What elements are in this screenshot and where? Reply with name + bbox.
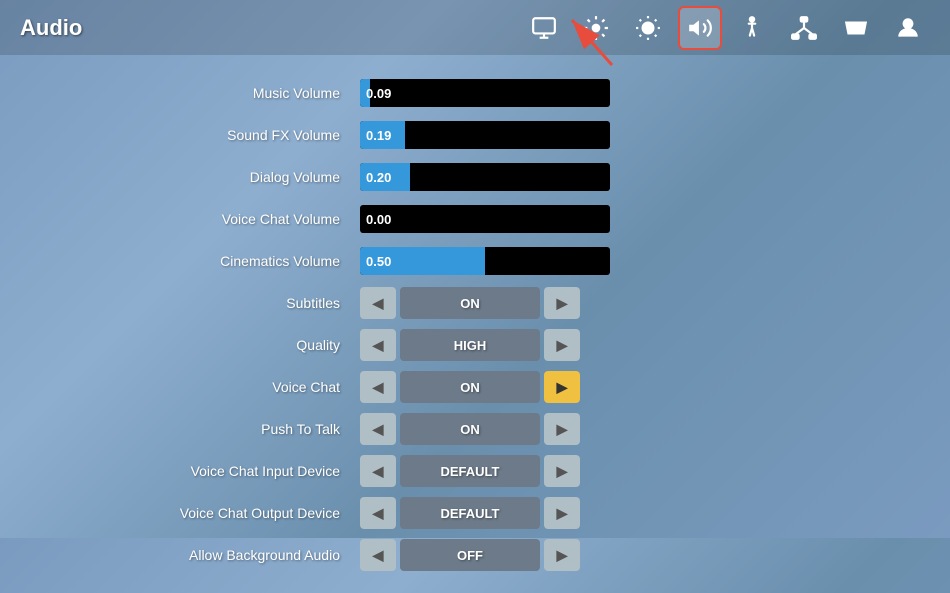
toggle-value-push-to-talk: On — [400, 413, 540, 445]
label-music-volume: Music Volume — [60, 85, 360, 101]
toggle-value-subtitles: On — [400, 287, 540, 319]
slider-value-cinematics-volume: 0.50 — [366, 254, 391, 269]
label-voice-chat-output: Voice Chat Output Device — [60, 505, 360, 521]
toggle-right-voice-chat[interactable]: ▶ — [544, 371, 580, 403]
header: Audio — [0, 0, 950, 55]
toggle-right-quality[interactable]: ▶ — [544, 329, 580, 361]
toggle-value-voice-chat-input: DEFAULT — [400, 455, 540, 487]
setting-row-push-to-talk: Push To Talk◀On▶ — [60, 411, 890, 447]
slider-sound-fx-volume[interactable]: 0.19 — [360, 121, 610, 149]
slider-value-music-volume: 0.09 — [366, 86, 391, 101]
label-voice-chat-volume: Voice Chat Volume — [60, 211, 360, 227]
setting-row-voice-chat-output: Voice Chat Output Device◀DEFAULT▶ — [60, 495, 890, 531]
toggle-left-quality[interactable]: ◀ — [360, 329, 396, 361]
toggle-value-quality: High — [400, 329, 540, 361]
nav-icon-network[interactable] — [782, 6, 826, 50]
toggle-right-subtitles[interactable]: ▶ — [544, 287, 580, 319]
label-dialog-volume: Dialog Volume — [60, 169, 360, 185]
toggle-subtitles: ◀On▶ — [360, 287, 580, 319]
slider-value-sound-fx-volume: 0.19 — [366, 128, 391, 143]
toggle-right-allow-bg-audio[interactable]: ▶ — [544, 539, 580, 571]
setting-row-music-volume: Music Volume 0.09 — [60, 75, 890, 111]
nav-icon-monitor[interactable] — [522, 6, 566, 50]
label-quality: Quality — [60, 337, 360, 353]
setting-row-quality: Quality◀High▶ — [60, 327, 890, 363]
label-push-to-talk: Push To Talk — [60, 421, 360, 437]
label-voice-chat-input: Voice Chat Input Device — [60, 463, 360, 479]
setting-row-voice-chat: Voice Chat◀On▶ — [60, 369, 890, 405]
nav-icon-gear[interactable] — [574, 6, 618, 50]
toggle-right-voice-chat-input[interactable]: ▶ — [544, 455, 580, 487]
slider-voice-chat-volume[interactable]: 0.00 — [360, 205, 610, 233]
setting-row-dialog-volume: Dialog Volume 0.20 — [60, 159, 890, 195]
toggle-quality: ◀High▶ — [360, 329, 580, 361]
toggle-left-voice-chat[interactable]: ◀ — [360, 371, 396, 403]
nav-icons — [522, 6, 930, 50]
nav-icon-audio[interactable] — [678, 6, 722, 50]
toggle-voice-chat-input: ◀DEFAULT▶ — [360, 455, 580, 487]
toggle-push-to-talk: ◀On▶ — [360, 413, 580, 445]
nav-icon-account[interactable] — [886, 6, 930, 50]
toggle-left-voice-chat-output[interactable]: ◀ — [360, 497, 396, 529]
toggle-right-voice-chat-output[interactable]: ▶ — [544, 497, 580, 529]
label-sound-fx-volume: Sound FX Volume — [60, 127, 360, 143]
nav-icon-accessibility[interactable] — [730, 6, 774, 50]
slider-dialog-volume[interactable]: 0.20 — [360, 163, 610, 191]
setting-row-allow-bg-audio: Allow Background Audio◀Off▶ — [60, 537, 890, 573]
label-cinematics-volume: Cinematics Volume — [60, 253, 360, 269]
setting-row-voice-chat-input: Voice Chat Input Device◀DEFAULT▶ — [60, 453, 890, 489]
slider-cinematics-volume[interactable]: 0.50 — [360, 247, 610, 275]
toggle-voice-chat: ◀On▶ — [360, 371, 580, 403]
toggle-voice-chat-output: ◀DEFAULT▶ — [360, 497, 580, 529]
settings-content: Music Volume 0.09 Sound FX Volume 0.19 Dialo… — [0, 55, 950, 593]
nav-icon-brightness[interactable] — [626, 6, 670, 50]
slider-music-volume[interactable]: 0.09 — [360, 79, 610, 107]
label-voice-chat: Voice Chat — [60, 379, 360, 395]
toggle-value-voice-chat-output: DEFAULT — [400, 497, 540, 529]
nav-icon-controller[interactable] — [834, 6, 878, 50]
toggle-right-push-to-talk[interactable]: ▶ — [544, 413, 580, 445]
label-subtitles: Subtitles — [60, 295, 360, 311]
toggle-value-allow-bg-audio: Off — [400, 539, 540, 571]
toggle-allow-bg-audio: ◀Off▶ — [360, 539, 580, 571]
setting-row-voice-chat-volume: Voice Chat Volume 0.00 — [60, 201, 890, 237]
slider-value-voice-chat-volume: 0.00 — [366, 212, 391, 227]
slider-value-dialog-volume: 0.20 — [366, 170, 391, 185]
toggle-left-subtitles[interactable]: ◀ — [360, 287, 396, 319]
toggle-left-push-to-talk[interactable]: ◀ — [360, 413, 396, 445]
toggle-left-allow-bg-audio[interactable]: ◀ — [360, 539, 396, 571]
setting-row-cinematics-volume: Cinematics Volume 0.50 — [60, 243, 890, 279]
setting-row-sound-fx-volume: Sound FX Volume 0.19 — [60, 117, 890, 153]
label-allow-bg-audio: Allow Background Audio — [60, 547, 360, 563]
setting-row-subtitles: Subtitles◀On▶ — [60, 285, 890, 321]
toggle-value-voice-chat: On — [400, 371, 540, 403]
toggle-left-voice-chat-input[interactable]: ◀ — [360, 455, 396, 487]
page-title: Audio — [20, 15, 82, 41]
